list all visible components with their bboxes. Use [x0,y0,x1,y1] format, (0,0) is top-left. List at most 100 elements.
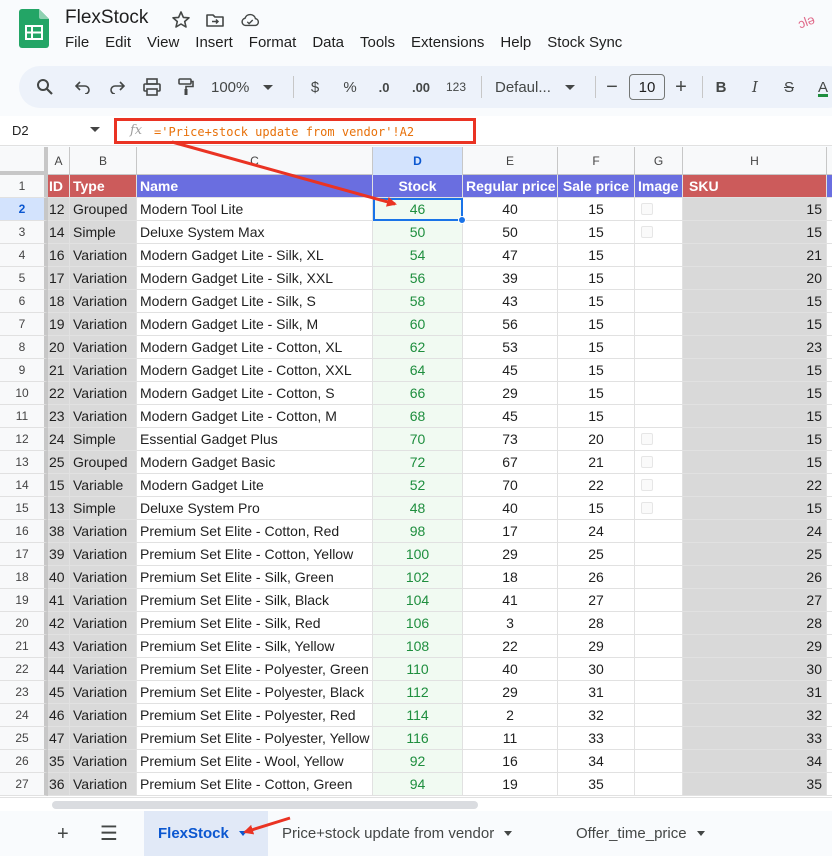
cell-image[interactable] [635,451,683,474]
cell-extra[interactable] [827,750,832,773]
cell-regular-price[interactable]: 70 [463,474,558,497]
cell-name[interactable]: Premium Set Elite - Polyester, Black [137,681,373,704]
extension-badge-icon[interactable]: ↄlə [796,12,817,32]
cell-id[interactable]: 40 [48,566,70,589]
cell-regular-price[interactable]: 47 [463,244,558,267]
currency-format-button[interactable]: $ [306,77,324,97]
tab-offer-time-price[interactable]: Offer_time_price [562,811,742,856]
cell-sku[interactable]: 15 [683,382,827,405]
menu-help[interactable]: Help [500,34,531,54]
cell-sale-price[interactable]: 15 [558,405,635,428]
row-number[interactable]: 20 [0,612,48,635]
cell-name[interactable]: Premium Set Elite - Cotton, Green [137,773,373,796]
cell-sale-price[interactable]: 29 [558,635,635,658]
cell-image[interactable] [635,589,683,612]
row-number[interactable]: 26 [0,750,48,773]
cell-regular-price[interactable]: 39 [463,267,558,290]
cell-id[interactable]: 41 [48,589,70,612]
cell-sku[interactable]: 15 [683,221,827,244]
header-cell-type[interactable]: Type [70,175,137,198]
strikethrough-button[interactable]: S [780,77,798,97]
cell-id[interactable]: 14 [48,221,70,244]
cell-sale-price[interactable]: 25 [558,543,635,566]
name-box[interactable]: D2 [12,123,29,138]
cell-sku[interactable]: 33 [683,727,827,750]
cell-sku[interactable]: 34 [683,750,827,773]
font-family-select[interactable]: Defaul... [495,77,580,97]
undo-icon[interactable] [73,77,93,97]
column-header-f[interactable]: F [558,147,635,175]
cell-type[interactable]: Variation [70,773,137,796]
cell-id[interactable]: 16 [48,244,70,267]
cell-image[interactable] [635,497,683,520]
cell-regular-price[interactable]: 11 [463,727,558,750]
cell-extra[interactable] [827,405,832,428]
cell-stock[interactable]: 98 [373,520,463,543]
cell-id[interactable]: 38 [48,520,70,543]
cell-extra[interactable] [827,382,832,405]
cell-type[interactable]: Variation [70,405,137,428]
cell-name[interactable]: Premium Set Elite - Silk, Black [137,589,373,612]
cell-image[interactable] [635,727,683,750]
add-sheet-icon[interactable]: + [57,823,69,846]
cell-extra[interactable] [827,635,832,658]
column-header-h[interactable]: H [683,147,827,175]
search-menus-icon[interactable] [35,77,55,97]
menu-tools[interactable]: Tools [360,34,395,54]
cell-image[interactable] [635,635,683,658]
cell-type[interactable]: Variable [70,474,137,497]
cell-sale-price[interactable]: 15 [558,497,635,520]
cell-id[interactable]: 25 [48,451,70,474]
cell-name[interactable]: Modern Gadget Lite [137,474,373,497]
cell-name[interactable]: Deluxe System Pro [137,497,373,520]
cell-name[interactable]: Deluxe System Max [137,221,373,244]
cell-id[interactable]: 35 [48,750,70,773]
cell-extra[interactable] [827,336,832,359]
cell-extra[interactable] [827,658,832,681]
header-cell-id[interactable]: ID [48,175,70,198]
cell-extra[interactable] [827,497,832,520]
cell-sale-price[interactable]: 35 [558,773,635,796]
row-number[interactable]: 9 [0,359,48,382]
menu-file[interactable]: File [65,34,89,54]
cell-sale-price[interactable]: 15 [558,359,635,382]
cell-id[interactable]: 19 [48,313,70,336]
menu-format[interactable]: Format [249,34,297,54]
cell-id[interactable]: 15 [48,474,70,497]
cell-id[interactable]: 17 [48,267,70,290]
header-cell-sku[interactable]: SKU [683,175,827,198]
row-number[interactable]: 19 [0,589,48,612]
menu-extensions[interactable]: Extensions [411,34,484,54]
cell-stock[interactable]: 68 [373,405,463,428]
cell-extra[interactable] [827,451,832,474]
sheets-logo-icon[interactable] [19,9,49,48]
cell-type[interactable]: Grouped [70,198,137,221]
cell-regular-price[interactable]: 19 [463,773,558,796]
cell-image[interactable] [635,704,683,727]
cell-extra[interactable] [827,244,832,267]
column-header-d[interactable]: D [373,147,463,175]
cell-name[interactable]: Premium Set Elite - Silk, Green [137,566,373,589]
cell-type[interactable]: Variation [70,750,137,773]
column-header-c[interactable]: C [137,147,373,175]
font-size-increase-button[interactable]: + [673,76,689,98]
cell-id[interactable]: 13 [48,497,70,520]
cell-extra[interactable] [827,612,832,635]
cell-regular-price[interactable]: 50 [463,221,558,244]
cell-sale-price[interactable]: 33 [558,727,635,750]
cell-type[interactable]: Variation [70,566,137,589]
cell-image[interactable] [635,382,683,405]
star-icon[interactable] [171,10,191,30]
row-number[interactable]: 5 [0,267,48,290]
cell-id[interactable]: 20 [48,336,70,359]
cell-image[interactable] [635,336,683,359]
cell-sku[interactable]: 32 [683,704,827,727]
cell-id[interactable]: 23 [48,405,70,428]
cell-type[interactable]: Variation [70,635,137,658]
cell-sale-price[interactable]: 21 [558,451,635,474]
cell-stock[interactable]: 106 [373,612,463,635]
cell-id[interactable]: 44 [48,658,70,681]
cell-regular-price[interactable]: 16 [463,750,558,773]
cell-type[interactable]: Variation [70,589,137,612]
cell-type[interactable]: Variation [70,520,137,543]
